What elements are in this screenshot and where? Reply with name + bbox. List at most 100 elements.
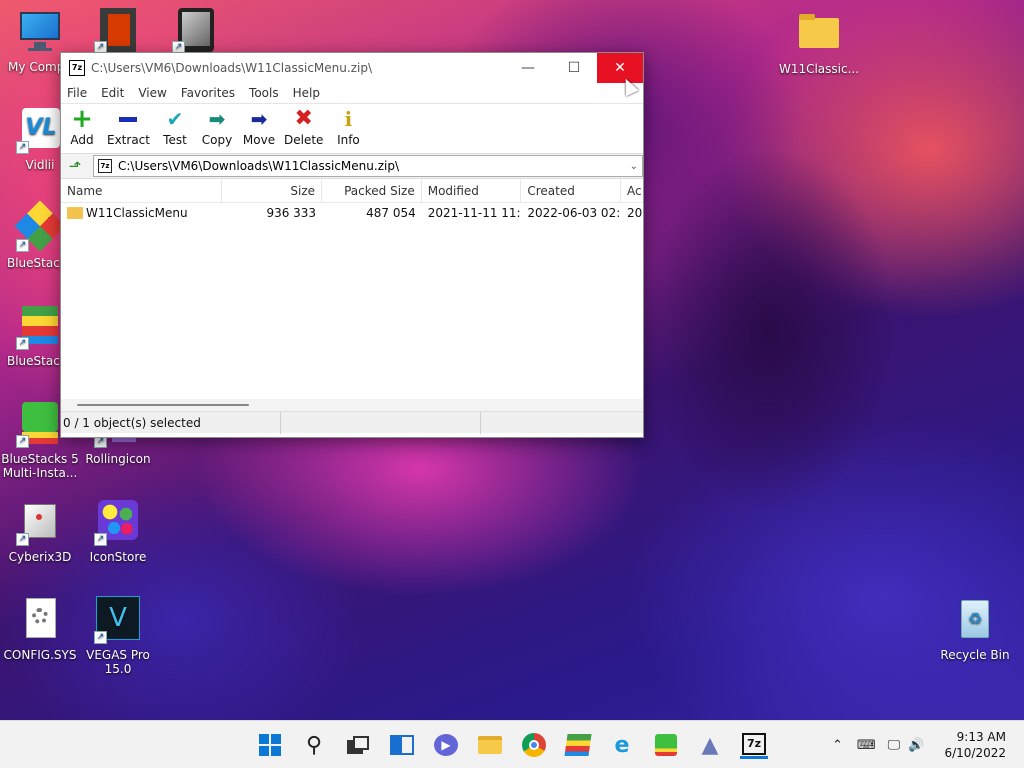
info-label: Info: [337, 133, 360, 147]
desktop-icon-label: Recycle Bin: [940, 648, 1010, 662]
internet-explorer-button[interactable]: e: [608, 731, 636, 759]
bluestacks-layers-icon: ↗: [16, 302, 64, 350]
cell-modified: 2021-11-11 11:39: [427, 206, 522, 220]
title-bar[interactable]: 7z C:\Users\VM6\Downloads\W11ClassicMenu…: [61, 53, 643, 83]
horizontal-scrollbar[interactable]: [61, 399, 643, 411]
menu-tools[interactable]: Tools: [249, 86, 279, 100]
folder-icon: [795, 10, 843, 58]
volume-icon[interactable]: 🔊: [908, 738, 924, 753]
menu-view[interactable]: View: [138, 86, 166, 100]
info-icon: i: [344, 107, 353, 131]
up-folder-icon[interactable]: ⬏: [65, 156, 85, 176]
close-button[interactable]: ✕: [597, 53, 643, 83]
column-header-packed-size[interactable]: Packed Size: [322, 178, 422, 203]
address-input[interactable]: 7z C:\Users\VM6\Downloads\W11ClassicMenu…: [93, 155, 643, 177]
chevron-down-icon[interactable]: ⌄: [630, 161, 638, 172]
widgets-button[interactable]: [388, 731, 416, 759]
system-tray: ⌃ ⌨ 🖵 🔊: [832, 721, 924, 768]
add-label: Add: [70, 133, 94, 147]
delete-x-icon: ✖: [294, 106, 313, 131]
menu-favorites[interactable]: Favorites: [181, 86, 235, 100]
column-header-accessed[interactable]: Ac: [621, 179, 643, 203]
bluestacks-taskbar-button[interactable]: [564, 731, 592, 759]
scrollbar-thumb[interactable]: [77, 404, 249, 406]
status-panel: [281, 411, 481, 434]
desktop-icon-config-sys[interactable]: CONFIG.SYS: [0, 596, 80, 662]
add-button[interactable]: + Add: [65, 104, 99, 147]
cell-size: 936 333: [266, 206, 317, 220]
clock[interactable]: 9:13 AM 6/10/2022: [944, 729, 1006, 761]
chrome-button[interactable]: [520, 731, 548, 759]
extract-button[interactable]: Extract: [107, 108, 150, 147]
desktop-icon-label: BlueStacks 5 Multi-Insta...: [1, 452, 79, 480]
bluestacks-layers-icon: [564, 734, 592, 756]
table-row[interactable]: W11ClassicMenu 936 333 487 054 2021-11-1…: [61, 203, 643, 223]
maximize-button[interactable]: ☐: [551, 53, 597, 83]
status-bar: 0 / 1 object(s) selected: [61, 411, 643, 434]
file-list: Name Size Packed Size Modified Created A…: [61, 178, 643, 411]
desktop-icon-label: Vidlii: [25, 158, 55, 172]
office-icon: ↗: [94, 6, 142, 54]
7zip-icon: 7z: [742, 732, 766, 755]
window-title: C:\Users\VM6\Downloads\W11ClassicMenu.zi…: [91, 61, 372, 75]
close-icon: ✕: [614, 60, 626, 76]
desktop-icon-cyberix3d[interactable]: ↗ Cyberix3D: [0, 498, 80, 564]
desktop-icon-cracked-phone[interactable]: ↗: [156, 6, 236, 58]
7zip-taskbar-button[interactable]: 7z: [740, 731, 768, 759]
file-explorer-button[interactable]: [476, 731, 504, 759]
triangle-app-icon: ▲: [701, 732, 719, 758]
start-button[interactable]: [256, 731, 284, 759]
bluestacks5-taskbar-button[interactable]: [652, 731, 680, 759]
test-label: Test: [163, 133, 187, 147]
column-header-created[interactable]: Created: [521, 178, 622, 203]
move-arrow-icon: ➡: [250, 107, 268, 131]
shortcut-arrow-icon: ↗: [16, 533, 29, 546]
column-header-name[interactable]: Name: [61, 178, 223, 203]
column-header-size[interactable]: Size: [222, 178, 323, 203]
desktop-icon-w11classic-folder[interactable]: W11Classic...: [779, 10, 859, 76]
widgets-icon: [390, 735, 414, 755]
desktop-icon-iconstore[interactable]: ↗ IconStore: [78, 498, 158, 564]
maximize-icon: ☐: [567, 60, 581, 76]
delete-button[interactable]: ✖ Delete: [283, 106, 324, 148]
copy-button[interactable]: ➡ Copy: [200, 108, 234, 147]
shortcut-arrow-icon: ↗: [94, 533, 107, 546]
test-button[interactable]: ✔ Test: [158, 108, 192, 147]
app-a-button[interactable]: ▲: [696, 731, 724, 759]
recycle-bin-icon: ♻: [951, 596, 999, 644]
toolbar: + Add Extract ✔ Test ➡ Copy ➡ Move ✖ Del…: [61, 103, 643, 153]
move-button[interactable]: ➡ Move: [242, 108, 276, 147]
menu-edit[interactable]: Edit: [101, 86, 124, 100]
vegas-icon: V ↗: [94, 596, 142, 644]
network-icon[interactable]: 🖵: [888, 738, 901, 753]
menu-bar: File Edit View Favorites Tools Help: [61, 83, 643, 103]
vidlii-icon: VL ↗: [16, 106, 64, 154]
menu-help[interactable]: Help: [293, 86, 320, 100]
keyboard-icon[interactable]: ⌨: [857, 738, 876, 753]
teams-chat-button[interactable]: ▶: [432, 731, 460, 759]
plus-icon: +: [71, 104, 93, 134]
search-button[interactable]: ⚲: [300, 731, 328, 759]
cube-icon: ↗: [16, 498, 64, 546]
menu-file[interactable]: File: [67, 86, 87, 100]
shortcut-arrow-icon: ↗: [94, 631, 107, 644]
task-view-button[interactable]: [344, 731, 372, 759]
address-bar: ⬏ 7z C:\Users\VM6\Downloads\W11ClassicMe…: [61, 153, 643, 179]
desktop-icon-office[interactable]: ↗: [78, 6, 158, 58]
settings-file-icon: [16, 596, 64, 644]
shortcut-arrow-icon: ↗: [16, 435, 29, 448]
clock-date: 6/10/2022: [944, 746, 1006, 760]
desktop-icon-label: CONFIG.SYS: [3, 648, 77, 662]
delete-label: Delete: [283, 133, 324, 147]
7zip-app-icon: 7z: [69, 60, 85, 76]
desktop-icon-vegas-pro[interactable]: V ↗ VEGAS Pro 15.0: [78, 596, 158, 676]
internet-explorer-icon: e: [614, 732, 630, 758]
chevron-up-icon[interactable]: ⌃: [832, 738, 843, 753]
column-header-modified[interactable]: Modified: [422, 178, 522, 203]
minimize-button[interactable]: —: [505, 53, 551, 83]
task-view-icon: [347, 736, 369, 754]
column-header-row: Name Size Packed Size Modified Created A…: [61, 178, 643, 203]
desktop-icon-recycle-bin[interactable]: ♻ Recycle Bin: [935, 596, 1015, 662]
info-button[interactable]: i Info: [331, 108, 365, 147]
taskbar: ⚲ ▶ e ▲ 7z ⌃ ⌨ 🖵 🔊 9:13 AM 6/10/2022: [0, 720, 1024, 768]
